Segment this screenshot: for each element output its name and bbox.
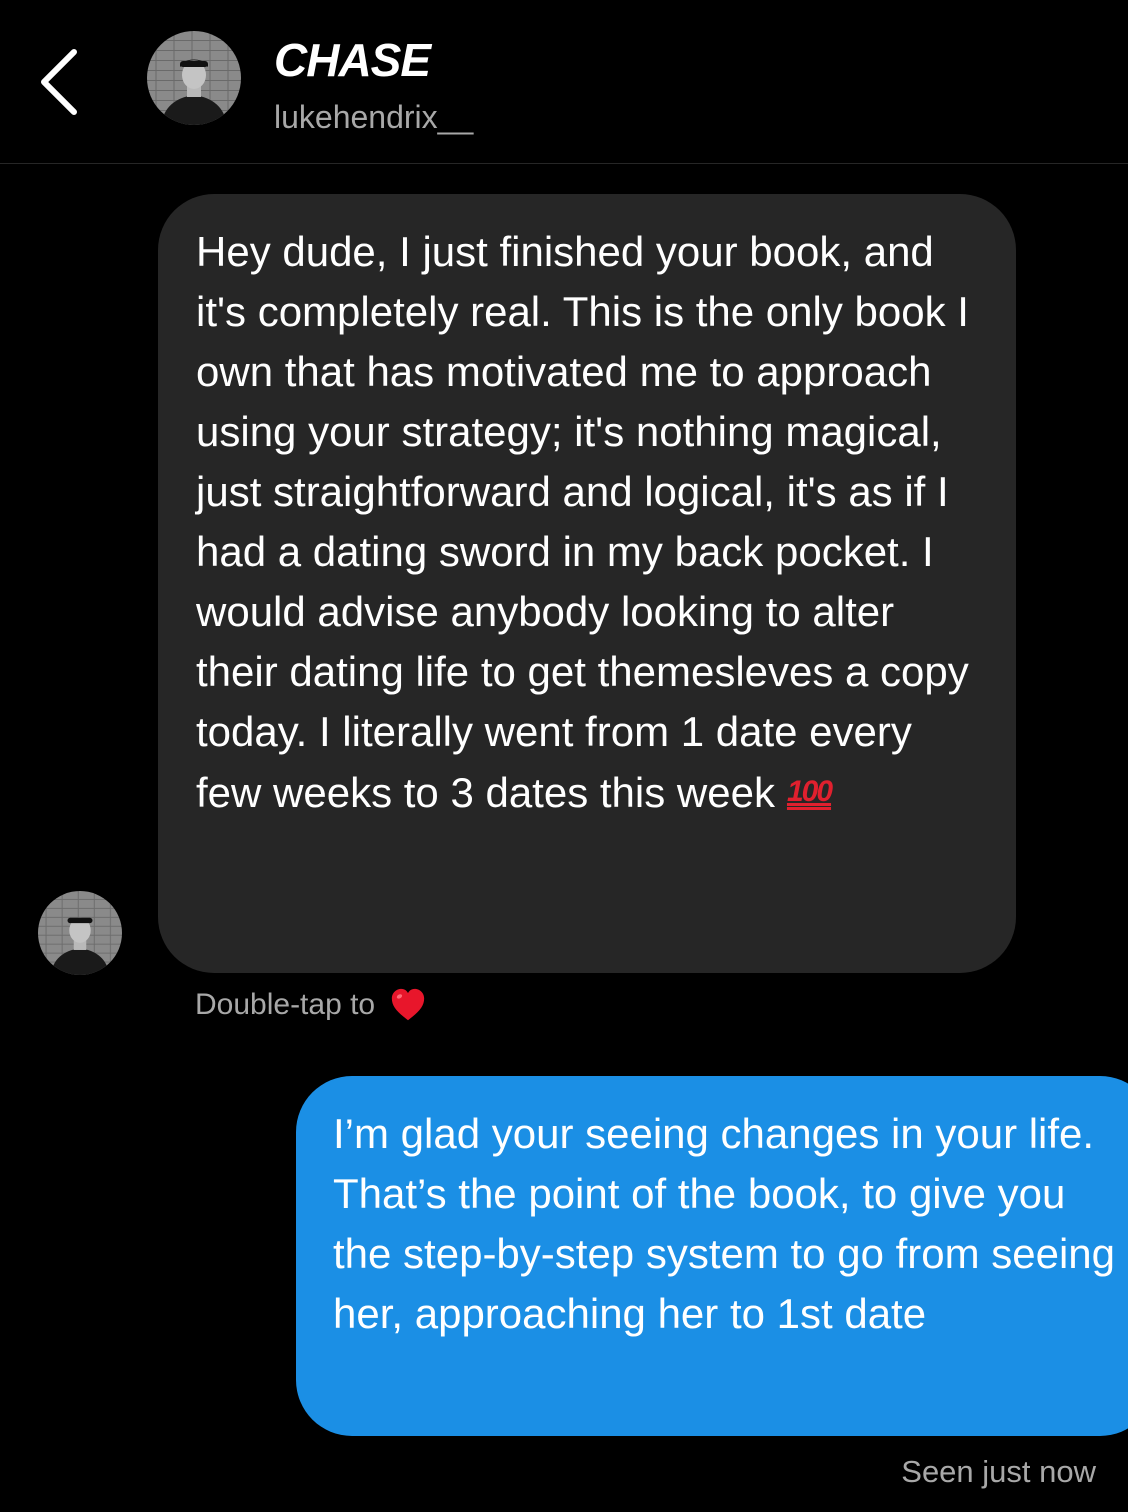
outgoing-message-bubble[interactable]: I’m glad your seeing changes in your lif… (296, 1076, 1128, 1436)
contact-username[interactable]: lukehendrix__ (274, 97, 473, 137)
incoming-message-text: Hey dude, I just finished your book, and… (196, 222, 986, 823)
profile-photo (38, 891, 122, 975)
double-tap-hint-text: Double-tap to (195, 988, 376, 1021)
chat-header: CHASE lukehendrix__ (0, 0, 1128, 164)
profile-photo (147, 31, 241, 125)
chevron-left-icon (41, 49, 77, 115)
sender-avatar[interactable] (38, 891, 122, 975)
header-avatar[interactable] (147, 31, 241, 125)
seen-status: Seen just now (901, 1454, 1096, 1489)
incoming-message-bubble[interactable]: Hey dude, I just finished your book, and… (158, 194, 1016, 973)
hundred-points-icon: 100 (786, 775, 833, 808)
heart-icon (391, 988, 425, 1021)
double-tap-hint: Double-tap to (195, 985, 427, 1025)
back-button[interactable] (30, 42, 90, 122)
contact-display-name[interactable]: CHASE (274, 34, 431, 86)
incoming-message-body: Hey dude, I just finished your book, and… (196, 228, 969, 816)
outgoing-message-text: I’m glad your seeing changes in your lif… (333, 1110, 1116, 1337)
